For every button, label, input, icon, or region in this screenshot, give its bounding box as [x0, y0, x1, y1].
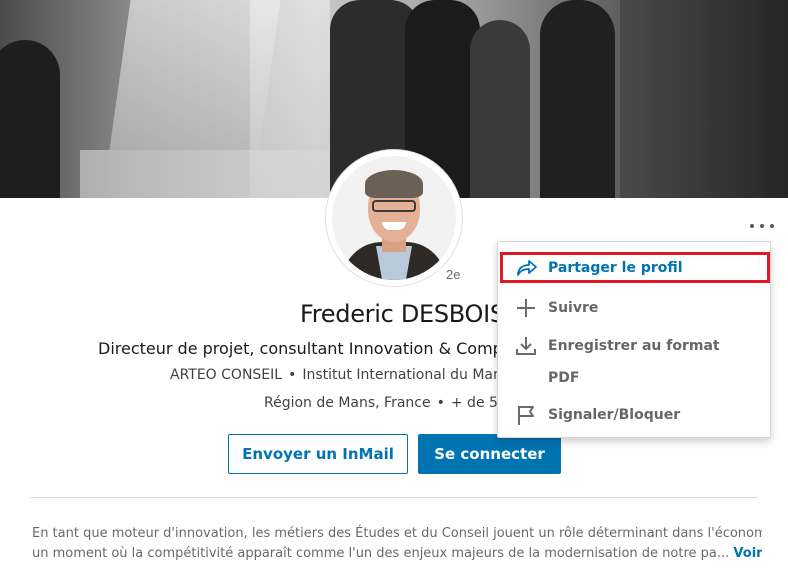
more-options-menu: Partager le profil Suivre Enregistrer au…	[497, 241, 771, 438]
menu-item-report-block[interactable]: Signaler/Bloquer	[498, 402, 770, 428]
more-options-button[interactable]	[750, 220, 774, 232]
share-arrow-icon	[517, 260, 537, 276]
profile-name: Frederic DESBOIS	[300, 300, 505, 328]
send-inmail-button[interactable]: Envoyer un InMail	[228, 434, 408, 474]
more-horizontal-icon	[750, 224, 754, 228]
menu-item-label: Signaler/Bloquer	[548, 407, 681, 423]
flag-icon	[518, 406, 534, 425]
profile-company-education: ARTEO CONSEIL • Institut International du …	[170, 367, 510, 383]
separator: •	[288, 367, 297, 383]
profile-summary: En tant que moteur d'innovation, les mét…	[32, 524, 762, 564]
profile-headline: Directeur de projet, consultant Innovati…	[98, 339, 513, 358]
menu-item-follow[interactable]: Suivre	[498, 294, 770, 322]
menu-item-label: Partager le profil	[548, 260, 683, 276]
menu-item-label: Enregistrer au format	[548, 338, 720, 354]
education-link[interactable]: Institut International du Mans	[302, 367, 509, 383]
connect-button[interactable]: Se connecter	[418, 434, 561, 474]
separator: •	[436, 395, 445, 411]
summary-line: En tant que moteur d'innovation, les mét…	[32, 526, 762, 541]
section-divider	[30, 497, 758, 498]
menu-item-label: Suivre	[548, 300, 599, 316]
plus-icon	[517, 299, 535, 317]
menu-item-label: PDF	[548, 370, 580, 386]
summary-line: un moment où la compétitivité apparaît c…	[32, 544, 762, 564]
menu-item-save-pdf[interactable]: Enregistrer au format PDF	[498, 334, 770, 394]
download-icon	[516, 337, 536, 355]
menu-item-share-profile[interactable]: Partager le profil	[498, 252, 770, 284]
location-text: Région de Mans, France	[264, 395, 431, 411]
connection-degree-badge: 2e	[446, 267, 461, 282]
profile-avatar[interactable]	[332, 156, 456, 280]
see-more-link[interactable]: Voir plus	[733, 546, 762, 561]
profile-location-connections: Région de Mans, France•+ de 500	[264, 395, 504, 411]
company-link[interactable]: ARTEO CONSEIL	[170, 367, 282, 383]
